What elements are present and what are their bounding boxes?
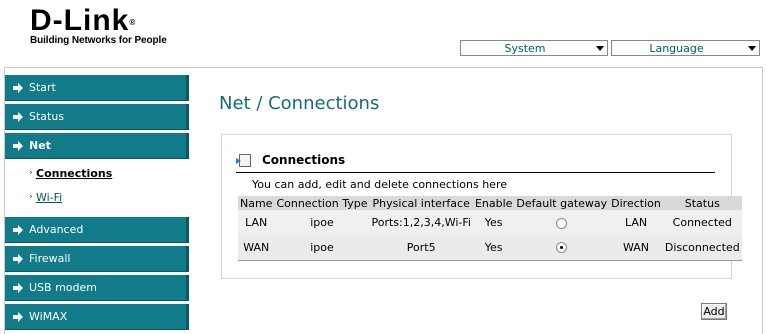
column-header: Direction <box>609 196 663 210</box>
arrow-right-icon <box>13 312 23 322</box>
chevron-down-icon <box>596 46 604 51</box>
column-header: Status <box>662 196 742 210</box>
dlink-logo: D-Link® Building Networks for People <box>30 4 167 47</box>
connections-table: Name Connection Type Physical interface … <box>238 196 742 261</box>
sidebar-item-label: USB modem <box>29 281 97 294</box>
column-header: Physical interface <box>369 196 473 210</box>
column-header: Connection Type <box>274 196 370 210</box>
sidebar-item-start[interactable]: Start <box>5 75 189 101</box>
sidebar-item-label: Firewall <box>29 252 71 265</box>
arrow-right-icon <box>13 141 23 151</box>
sidebar-item-wimax[interactable]: WiMAX <box>5 304 189 330</box>
connections-panel: Connections You can add, edit and delete… <box>221 134 742 279</box>
table-header-row: Name Connection Type Physical interface … <box>238 196 742 210</box>
cell-status: Connected <box>662 210 742 235</box>
cell-name: LAN <box>238 210 275 235</box>
sidebar-item-label: Advanced <box>29 223 84 236</box>
bullet-icon: › <box>29 168 33 178</box>
sidebar-item-net[interactable]: Net <box>5 133 189 159</box>
system-menu-select[interactable]: System <box>460 40 608 56</box>
cell-interface: Port5 <box>369 235 473 261</box>
sidebar-item-label: Start <box>29 81 56 94</box>
cell-gateway <box>514 235 610 261</box>
cell-enable: Yes <box>472 210 515 235</box>
column-header: Default gateway <box>514 196 610 210</box>
logo-registered-mark: ® <box>129 18 137 27</box>
document-arrow-icon <box>236 154 251 167</box>
sidebar-item-firewall[interactable]: Firewall <box>5 246 189 272</box>
default-gateway-radio[interactable] <box>556 217 568 229</box>
sidebar: Start Status Net › Connections › Wi-Fi A… <box>5 75 189 333</box>
cell-direction: WAN <box>609 235 663 261</box>
chevron-down-icon <box>748 46 756 51</box>
sidebar-subitem-wifi[interactable]: › Wi-Fi <box>5 186 189 210</box>
arrow-right-icon <box>13 283 23 293</box>
language-menu-select[interactable]: Language <box>611 40 760 56</box>
column-header: Name <box>238 196 275 210</box>
default-gateway-radio[interactable] <box>556 242 568 254</box>
cell-gateway <box>514 210 610 235</box>
cell-type: ipoe <box>274 210 370 235</box>
arrow-right-icon <box>13 254 23 264</box>
cell-type: ipoe <box>274 235 370 261</box>
sidebar-item-advanced[interactable]: Advanced <box>5 217 189 243</box>
panel-title: Connections <box>262 153 346 167</box>
sidebar-subitem-label: Wi-Fi <box>36 191 63 204</box>
sidebar-item-usb-modem[interactable]: USB modem <box>5 275 189 301</box>
sidebar-subitem-label: Connections <box>36 167 113 180</box>
arrow-right-icon <box>13 112 23 122</box>
system-menu-label: System <box>504 42 546 55</box>
add-button[interactable]: Add <box>701 303 727 320</box>
logo-tagline: Building Networks for People <box>30 35 167 46</box>
arrow-right-icon <box>13 83 23 93</box>
table-row[interactable]: LAN ipoe Ports:1,2,3,4,Wi-Fi Yes LAN Con… <box>238 210 742 235</box>
language-menu-label: Language <box>649 42 704 55</box>
panel-header: Connections <box>236 151 715 173</box>
cell-direction: LAN <box>609 210 663 235</box>
cell-interface: Ports:1,2,3,4,Wi-Fi <box>369 210 473 235</box>
cell-status: Disconnected <box>662 235 742 261</box>
logo-brand: D-Link <box>30 4 130 37</box>
sidebar-item-label: WiMAX <box>29 310 68 323</box>
column-header: Enable <box>472 196 515 210</box>
bullet-icon: › <box>29 192 33 202</box>
panel-description: You can add, edit and delete connections… <box>252 178 507 191</box>
page-title: Net / Connections <box>219 93 380 114</box>
table-row[interactable]: WAN ipoe Port5 Yes WAN Disconnected <box>238 235 742 261</box>
sidebar-item-label: Status <box>29 110 65 123</box>
sidebar-subitem-connections[interactable]: › Connections <box>5 162 189 186</box>
arrow-right-icon <box>13 225 23 235</box>
cell-name: WAN <box>238 235 275 261</box>
sidebar-item-status[interactable]: Status <box>5 104 189 130</box>
cell-enable: Yes <box>472 235 515 261</box>
sidebar-item-label: Net <box>29 139 51 152</box>
